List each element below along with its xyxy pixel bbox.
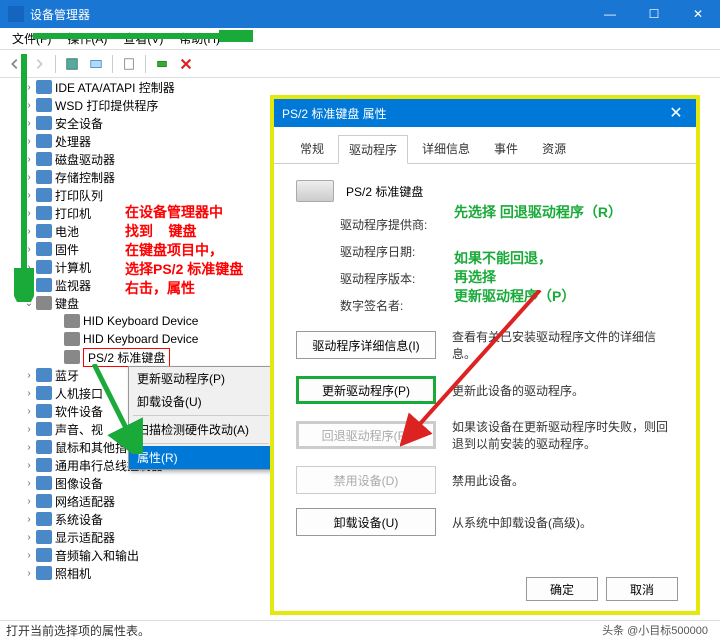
dialog-close-button[interactable]: ✕ bbox=[656, 99, 696, 127]
cancel-button[interactable]: 取消 bbox=[606, 577, 678, 601]
toolbar bbox=[0, 50, 720, 78]
close-button[interactable]: ✕ bbox=[676, 0, 720, 28]
minimize-button[interactable]: — bbox=[588, 0, 632, 28]
tab-driver[interactable]: 驱动程序 bbox=[338, 135, 408, 164]
annotation-green-2: 如果不能回退， 再选择 更新驱动程序（P） bbox=[454, 249, 575, 306]
annotation-green-1: 先选择 回退驱动程序（R） bbox=[454, 202, 622, 222]
driver-details-desc: 查看有关已安装驱动程序文件的详细信息。 bbox=[452, 328, 674, 362]
menubar: 文件(F) 操作(A) 查看(V) 帮助(H) bbox=[0, 28, 720, 50]
update-driver-desc: 更新此设备的驱动程序。 bbox=[452, 382, 674, 399]
properties-dialog: PS/2 标准键盘 属性 ✕ 常规 驱动程序 详细信息 事件 资源 PS/2 标… bbox=[270, 95, 700, 615]
scan-button[interactable] bbox=[151, 53, 173, 75]
titlebar: 设备管理器 — ☐ ✕ bbox=[0, 0, 720, 28]
uninstall-device-button[interactable]: 卸载设备(U) bbox=[296, 508, 436, 536]
watermark: 头条 @小目标500000 bbox=[602, 622, 708, 638]
ctx-scan[interactable]: 扫描检测硬件改动(A) bbox=[129, 418, 273, 441]
disable-device-button[interactable]: 禁用设备(D) bbox=[296, 466, 436, 494]
tab-general[interactable]: 常规 bbox=[290, 135, 334, 163]
remove-button[interactable] bbox=[175, 53, 197, 75]
tab-details[interactable]: 详细信息 bbox=[412, 135, 480, 163]
dialog-title: PS/2 标准键盘 属性 bbox=[282, 105, 656, 122]
window-title: 设备管理器 bbox=[30, 6, 588, 23]
driver-details-button[interactable]: 驱动程序详细信息(I) bbox=[296, 331, 436, 359]
properties-button[interactable] bbox=[118, 53, 140, 75]
rollback-driver-button[interactable]: 回退驱动程序(R) bbox=[296, 421, 436, 449]
tab-resources[interactable]: 资源 bbox=[532, 135, 576, 163]
keyboard-icon bbox=[296, 180, 334, 202]
toolbar-icon[interactable] bbox=[85, 53, 107, 75]
tree-node[interactable]: ›IDE ATA/ATAPI 控制器 bbox=[22, 78, 720, 96]
forward-button[interactable] bbox=[28, 53, 50, 75]
app-icon bbox=[8, 6, 24, 22]
ok-button[interactable]: 确定 bbox=[526, 577, 598, 601]
context-menu: 更新驱动程序(P) 卸载设备(U) 扫描检测硬件改动(A) 属性(R) bbox=[128, 366, 274, 470]
disable-device-desc: 禁用此设备。 bbox=[452, 472, 674, 489]
update-driver-button[interactable]: 更新驱动程序(P) bbox=[296, 376, 436, 404]
ctx-update[interactable]: 更新驱动程序(P) bbox=[129, 367, 273, 390]
dialog-titlebar: PS/2 标准键盘 属性 ✕ bbox=[274, 99, 696, 127]
rollback-driver-desc: 如果该设备在更新驱动程序时失败，则回退到以前安装的驱动程序。 bbox=[452, 418, 674, 452]
ctx-uninstall[interactable]: 卸载设备(U) bbox=[129, 390, 273, 413]
back-button[interactable] bbox=[4, 53, 26, 75]
tab-events[interactable]: 事件 bbox=[484, 135, 528, 163]
ctx-props[interactable]: 属性(R) bbox=[129, 446, 273, 469]
menu-action[interactable]: 操作(A) bbox=[59, 28, 115, 49]
maximize-button[interactable]: ☐ bbox=[632, 0, 676, 28]
annotation-red: 在设备管理器中 找到 键盘 在键盘项目中， 选择PS/2 标准键盘 右击，属性 bbox=[125, 203, 243, 297]
menu-view[interactable]: 查看(V) bbox=[115, 28, 171, 49]
toolbar-icon[interactable] bbox=[61, 53, 83, 75]
uninstall-device-desc: 从系统中卸载设备(高级)。 bbox=[452, 514, 674, 531]
dialog-tabs: 常规 驱动程序 详细信息 事件 资源 bbox=[274, 127, 696, 164]
menu-file[interactable]: 文件(F) bbox=[4, 28, 59, 49]
menu-help[interactable]: 帮助(H) bbox=[171, 28, 228, 49]
device-name: PS/2 标准键盘 bbox=[346, 183, 423, 200]
